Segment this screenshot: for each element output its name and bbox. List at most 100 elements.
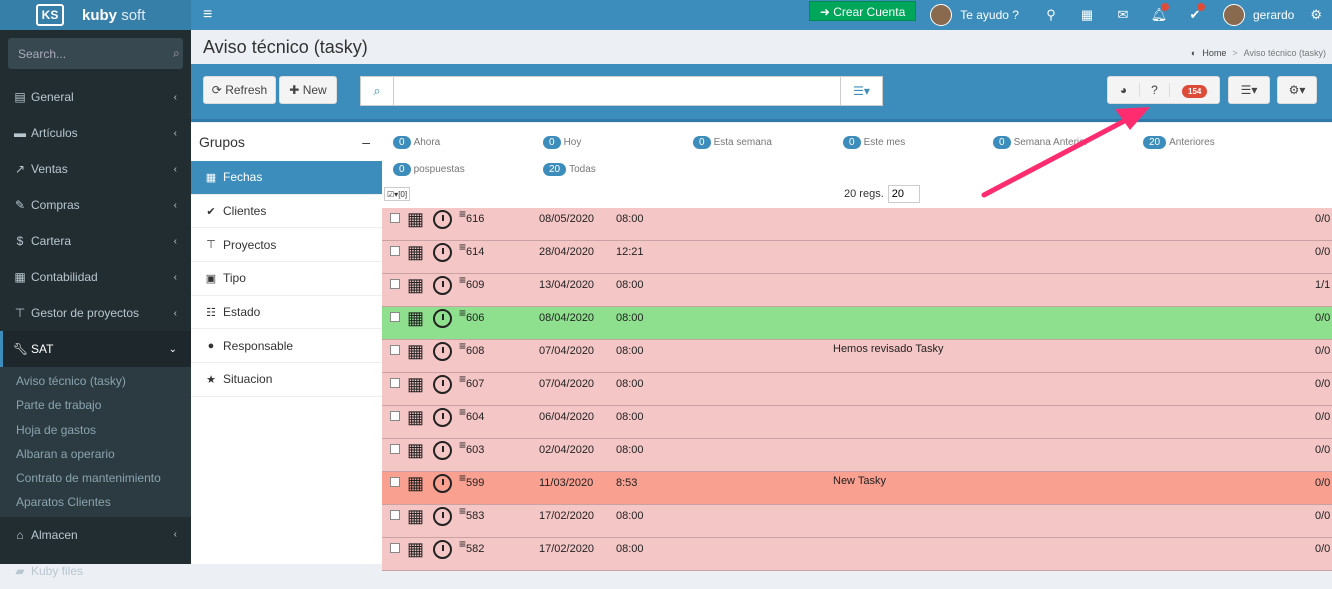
bell-icon[interactable]: 🔔︎ bbox=[1141, 3, 1177, 23]
row-checkbox[interactable] bbox=[390, 279, 400, 289]
breadcrumb-home[interactable]: Home bbox=[1202, 48, 1226, 58]
filter-hoy[interactable]: 0 Hoy bbox=[543, 136, 581, 149]
menu-bars-icon[interactable]: ≡ bbox=[459, 208, 466, 220]
filter-anteriores[interactable]: 20 Anteriores bbox=[1143, 136, 1215, 149]
table-row[interactable]: ▦ ≡ 599 11/03/2020 8:53 New Tasky 0/0 bbox=[382, 472, 1332, 505]
user-menu[interactable]: gerardo bbox=[1222, 4, 1294, 26]
question-circle-icon[interactable]: ? bbox=[1140, 83, 1170, 97]
calendar-icon[interactable]: ▦ bbox=[407, 342, 424, 360]
row-checkbox[interactable] bbox=[390, 411, 400, 421]
clock-icon[interactable] bbox=[433, 210, 452, 229]
clock-icon[interactable] bbox=[433, 507, 452, 526]
calendar-icon[interactable]: ▦ bbox=[407, 276, 424, 294]
menu-bars-icon[interactable]: ≡ bbox=[459, 406, 466, 418]
clock-icon[interactable] bbox=[433, 441, 452, 460]
columns-menu-icon[interactable]: ☰▾ bbox=[1228, 76, 1270, 104]
group-tipo[interactable]: ▣ Tipo bbox=[191, 262, 382, 296]
filter-semana-anterior[interactable]: 0 Semana Anterior bbox=[993, 136, 1088, 149]
list-view-icon[interactable]: ☰▾ bbox=[840, 77, 882, 105]
menu-bars-icon[interactable]: ≡ bbox=[459, 439, 466, 451]
sidebar-item-ventas[interactable]: ↗ Ventas ‹ bbox=[0, 151, 191, 187]
table-row[interactable]: ▦ ≡ 582 17/02/2020 08:00 0/0 bbox=[382, 538, 1332, 571]
table-row[interactable]: ▦ ≡ 606 08/04/2020 08:00 0/0 bbox=[382, 307, 1332, 340]
filter-esta-semana[interactable]: 0 Esta semana bbox=[693, 136, 772, 149]
sidebar-item-almacen[interactable]: ⌂ Almacen ‹ bbox=[0, 517, 191, 553]
sidebar-item-contabilidad[interactable]: ▦ Contabilidad ‹ bbox=[0, 259, 191, 295]
filter-pospuestas[interactable]: 0 pospuestas bbox=[393, 163, 465, 176]
menu-bars-icon[interactable]: ≡ bbox=[459, 340, 466, 352]
calendar-icon[interactable]: ▦ bbox=[1069, 7, 1105, 23]
search-input[interactable] bbox=[394, 77, 840, 105]
check-circle-icon[interactable]: ✔ bbox=[1177, 3, 1213, 23]
sidebar-item-kuby-files[interactable]: ▰ Kuby files bbox=[0, 553, 191, 589]
calendar-icon[interactable]: ▦ bbox=[407, 540, 424, 558]
calendar-icon[interactable]: ▦ bbox=[407, 243, 424, 261]
collapse-button[interactable]: – bbox=[362, 134, 370, 150]
sidebar-item-cartera[interactable]: $ Cartera ‹ bbox=[0, 223, 191, 259]
table-row[interactable]: ▦ ≡ 609 13/04/2020 08:00 1/1 bbox=[382, 274, 1332, 307]
table-row[interactable]: ▦ ≡ 583 17/02/2020 08:00 0/0 bbox=[382, 505, 1332, 538]
menu-bars-icon[interactable]: ≡ bbox=[459, 274, 466, 286]
settings-cog-icon[interactable]: ⚙▾ bbox=[1277, 76, 1317, 104]
group-responsable[interactable]: ● Responsable bbox=[191, 329, 382, 364]
sidebar-item-articulos[interactable]: ▬ Artículos ‹ bbox=[0, 115, 191, 151]
menu-bars-icon[interactable]: ≡ bbox=[459, 373, 466, 385]
search-icon[interactable]: ⌕ bbox=[361, 77, 394, 105]
menu-bars-icon[interactable]: ≡ bbox=[459, 505, 466, 517]
row-checkbox[interactable] bbox=[390, 510, 400, 520]
table-row[interactable]: ▦ ≡ 604 06/04/2020 08:00 0/0 bbox=[382, 406, 1332, 439]
sidebar-item-gestor-proyectos[interactable]: ⊤ Gestor de proyectos ‹ bbox=[0, 295, 191, 331]
table-row[interactable]: ▦ ≡ 616 08/05/2020 08:00 0/0 bbox=[382, 208, 1332, 241]
clock-icon[interactable] bbox=[433, 540, 452, 559]
row-checkbox[interactable] bbox=[390, 246, 400, 256]
calendar-icon[interactable]: ▦ bbox=[407, 210, 424, 228]
menu-bars-icon[interactable]: ≡ bbox=[459, 241, 466, 253]
group-situacion[interactable]: ★ Situacion bbox=[191, 363, 382, 397]
table-row[interactable]: ▦ ≡ 603 02/04/2020 08:00 0/0 bbox=[382, 439, 1332, 472]
row-checkbox[interactable] bbox=[390, 213, 400, 223]
calendar-icon[interactable]: ▦ bbox=[407, 507, 424, 525]
calendar-icon[interactable]: ▦ bbox=[407, 309, 424, 327]
row-checkbox[interactable] bbox=[390, 378, 400, 388]
table-row[interactable]: ▦ ≡ 614 28/04/2020 12:21 0/0 bbox=[382, 241, 1332, 274]
search-icon[interactable]: ⌕ bbox=[173, 46, 180, 61]
clock-icon[interactable] bbox=[433, 276, 452, 295]
sidebar-item-compras[interactable]: ✎ Compras ‹ bbox=[0, 187, 191, 223]
menu-bars-icon[interactable]: ≡ bbox=[459, 538, 466, 550]
clock-icon[interactable] bbox=[433, 309, 452, 328]
filter-este-mes[interactable]: 0 Este mes bbox=[843, 136, 905, 149]
group-proyectos[interactable]: ⊤ Proyectos bbox=[191, 228, 382, 263]
cogs-icon[interactable]: ⚙ bbox=[1310, 7, 1322, 23]
clock-icon[interactable] bbox=[433, 375, 452, 394]
sidebar-toggle-icon[interactable]: ≡ bbox=[203, 6, 212, 24]
clock-icon[interactable] bbox=[433, 408, 452, 427]
group-fechas[interactable]: ▦ Fechas bbox=[191, 161, 382, 195]
row-checkbox[interactable] bbox=[390, 543, 400, 553]
sidebar-item-sat[interactable]: 🔧︎ SAT ⌄ bbox=[0, 331, 191, 367]
help-menu[interactable]: Te ayudo ? bbox=[930, 4, 1019, 26]
filter-ahora[interactable]: 0 Ahora bbox=[393, 136, 440, 149]
submenu-hoja-gastos[interactable]: Hoja de gastos bbox=[0, 418, 191, 442]
group-clientes[interactable]: ✔ Clientes bbox=[191, 195, 382, 229]
row-checkbox[interactable] bbox=[390, 312, 400, 322]
submenu-aparatos-clientes[interactable]: Aparatos Clientes bbox=[0, 490, 191, 514]
clock-icon[interactable] bbox=[433, 342, 452, 361]
table-row[interactable]: ▦ ≡ 607 07/04/2020 08:00 0/0 bbox=[382, 373, 1332, 406]
table-row[interactable]: ▦ ≡ 608 07/04/2020 08:00 Hemos revisado Tasky… bbox=[382, 340, 1332, 373]
clock-icon[interactable] bbox=[433, 243, 452, 262]
sidebar-search-input[interactable] bbox=[18, 46, 173, 61]
row-checkbox[interactable] bbox=[390, 345, 400, 355]
brand[interactable]: KS kuby soft bbox=[0, 0, 191, 30]
envelope-icon[interactable]: ✉ bbox=[1105, 7, 1141, 23]
row-checkbox[interactable] bbox=[390, 444, 400, 454]
submenu-albaran-operario[interactable]: Albaran a operario bbox=[0, 442, 191, 466]
submenu-parte-trabajo[interactable]: Parte de trabajo bbox=[0, 393, 191, 417]
calendar-icon[interactable]: ▦ bbox=[407, 474, 424, 492]
submenu-contrato-mantenimiento[interactable]: Contrato de mantenimiento bbox=[0, 466, 191, 490]
calendar-icon[interactable]: ▦ bbox=[407, 408, 424, 426]
new-button[interactable]: ✚ New bbox=[279, 76, 337, 104]
refresh-button[interactable]: ⟳ Refresh bbox=[203, 76, 276, 104]
group-estado[interactable]: ☷ Estado bbox=[191, 296, 382, 330]
menu-bars-icon[interactable]: ≡ bbox=[459, 472, 466, 484]
sidebar-item-general[interactable]: ▤ General ‹ bbox=[0, 79, 191, 115]
